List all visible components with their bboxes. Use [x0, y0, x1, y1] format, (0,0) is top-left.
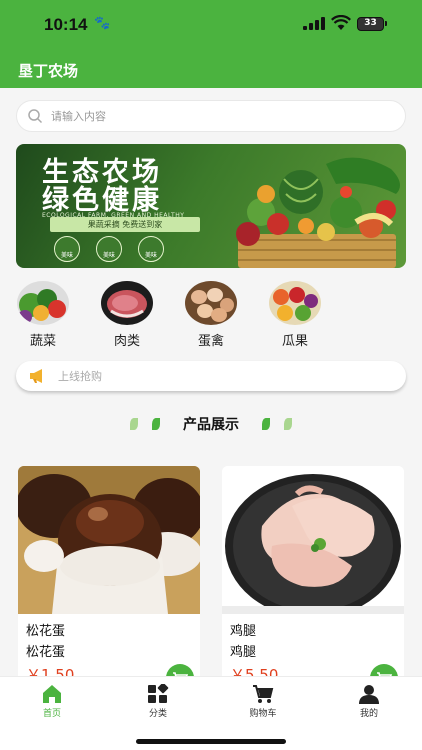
product-card[interactable]: 松花蛋 松花蛋 ￥1.50	[18, 466, 200, 686]
home-icon	[43, 685, 61, 703]
flash-sale-bar[interactable]: 上线抢购	[16, 361, 406, 391]
category-label: 蔬菜	[29, 334, 56, 349]
product-name: 松花蛋	[26, 624, 66, 639]
cellular-signal-icon	[303, 17, 325, 30]
category-label: 蛋禽	[197, 334, 224, 349]
tab-cart[interactable]: 购物车	[233, 677, 293, 725]
status-bar: 10:14 🐾 33	[0, 0, 422, 50]
category-label: 瓜果	[281, 334, 308, 349]
tab-label: 我的	[359, 709, 378, 719]
category-fruits[interactable]: 瓜果	[267, 280, 327, 350]
flash-sale-label: 上线抢购	[58, 370, 102, 383]
tab-home[interactable]: 首页	[22, 677, 82, 725]
app-header: 10:14 🐾 33 垦丁农场	[0, 0, 422, 88]
promo-banner[interactable]: 生态农场 绿色健康 ECOLOGICAL FARM, GREEN AND HEA…	[16, 144, 406, 268]
app-title: 垦丁农场	[18, 62, 79, 80]
wifi-icon	[331, 15, 351, 30]
product-name: 鸡腿	[230, 624, 257, 639]
tab-profile[interactable]: 我的	[339, 677, 399, 725]
tab-label: 购物车	[249, 709, 277, 719]
cart-icon	[253, 685, 274, 703]
paw-icon: 🐾	[94, 16, 111, 31]
century-egg-image	[18, 466, 200, 614]
home-indicator	[136, 739, 286, 744]
category-meat[interactable]: 肉类	[99, 280, 159, 350]
status-time: 10:14	[44, 15, 88, 34]
banner-tag: 美味	[138, 236, 164, 262]
leaf-icon	[284, 418, 292, 430]
search-bar[interactable]	[16, 100, 406, 132]
category-eggs[interactable]: 蛋禽	[183, 280, 243, 350]
tab-category[interactable]: 分类	[128, 677, 188, 725]
product-subtitle: 松花蛋	[26, 645, 66, 660]
section-header: 产品展示	[0, 414, 422, 436]
profile-icon	[359, 685, 379, 704]
section-title: 产品展示	[183, 417, 239, 433]
vegetables-icon	[17, 281, 69, 325]
fruits-icon	[269, 281, 321, 325]
chicken-leg-image	[222, 466, 404, 614]
megaphone-icon	[30, 369, 42, 383]
banner-tag: 美味	[54, 236, 80, 262]
banner-tag: 美味	[96, 236, 122, 262]
banner-tags: 美味 美味 美味	[54, 236, 204, 266]
vegetable-basket-image	[236, 157, 400, 268]
category-icon	[148, 684, 169, 703]
product-subtitle: 鸡腿	[230, 645, 257, 660]
category-label: 肉类	[113, 334, 140, 349]
tab-label: 首页	[42, 709, 61, 719]
leaf-icon	[262, 418, 270, 430]
search-input[interactable]	[51, 101, 391, 131]
eggs-icon	[185, 281, 237, 325]
category-list: 蔬菜 肉类 蛋禽 瓜果	[0, 280, 422, 350]
meat-icon	[101, 281, 153, 325]
banner-ribbon: 果蔬采摘 免费送到家	[50, 217, 200, 232]
search-icon	[28, 109, 43, 124]
category-vegetables[interactable]: 蔬菜	[15, 280, 75, 350]
battery-icon: 33	[357, 17, 387, 31]
product-card[interactable]: 鸡腿 鸡腿 ￥5.50	[222, 466, 404, 686]
tab-label: 分类	[148, 709, 167, 719]
